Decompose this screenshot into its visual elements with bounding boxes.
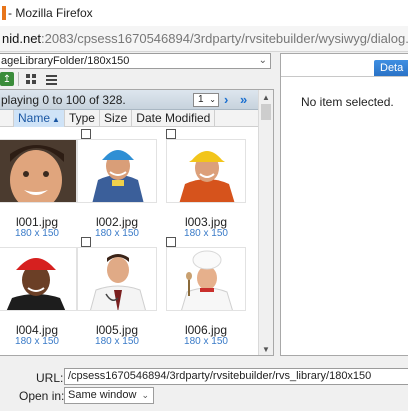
open-in-value: Same window [68, 389, 137, 401]
file-name: l004.jpg [15, 323, 59, 337]
pager-status: playing 0 to 100 of 328. [1, 92, 126, 107]
upload-icon[interactable]: ↥ [0, 72, 14, 86]
sort-name[interactable]: Name ▲ [14, 110, 65, 127]
toolbar-divider [18, 72, 19, 86]
thumbnail-grid: l001.jpg 180 x 150 l002.jpg 180 x 150 l0… [0, 127, 258, 355]
sort-asc-icon: ▲ [52, 115, 60, 124]
thumbnail-image [77, 139, 157, 203]
scroll-thumb[interactable] [261, 104, 271, 120]
list-view-icon[interactable] [43, 71, 59, 87]
open-in-label: Open in: [19, 389, 65, 403]
dialog-window: - Mozilla Firefox nid.net:2083/cpsess167… [0, 0, 408, 411]
file-name: l002.jpg [95, 215, 139, 229]
empty-selection-message: No item selected. [301, 95, 394, 109]
sort-type[interactable]: Type [65, 110, 100, 127]
address-bar[interactable]: nid.net:2083/cpsess1670546894/3rdparty/r… [0, 26, 408, 52]
sort-date[interactable]: Date Modified [132, 110, 216, 127]
file-name: l006.jpg [184, 323, 228, 337]
file-name: l001.jpg [15, 215, 59, 229]
file-tile[interactable]: l006.jpg 180 x 150 [166, 235, 250, 347]
file-dimensions: 180 x 150 [95, 336, 139, 347]
details-panel: Deta No item selected. [280, 53, 408, 356]
thumbnail-image [77, 247, 157, 311]
thumbnail-image [0, 247, 77, 311]
file-tile[interactable]: l001.jpg 180 x 150 [0, 127, 81, 239]
sort-col-spacer [0, 110, 14, 127]
url-path: :2083/cpsess1670546894/3rdparty/rvsitebu… [41, 31, 408, 46]
pager-bar: playing 0 to 100 of 328. 1 ⌄ › » [0, 90, 258, 110]
file-tile[interactable]: l004.jpg 180 x 150 [0, 235, 81, 347]
file-dimensions: 180 x 150 [15, 336, 59, 347]
title-bar: - Mozilla Firefox [0, 0, 408, 26]
file-tile[interactable]: l002.jpg 180 x 150 [77, 127, 161, 239]
chevron-down-icon: ⌄ [141, 390, 149, 400]
vertical-scrollbar[interactable]: ▲ ▼ [258, 90, 273, 355]
page-select[interactable]: 1 ⌄ [193, 93, 219, 107]
chevron-down-icon: ⌄ [209, 95, 216, 104]
select-checkbox[interactable] [81, 129, 91, 139]
url-host: nid.net [2, 31, 42, 46]
url-field[interactable]: /cpsess1670546894/3rdparty/rvsitebuilder… [64, 368, 408, 385]
firefox-icon [2, 6, 6, 20]
file-tile[interactable]: l003.jpg 180 x 150 [166, 127, 250, 239]
open-in-select[interactable]: Same window ⌄ [64, 387, 154, 404]
scroll-up-icon[interactable]: ▲ [262, 93, 270, 102]
scroll-down-icon[interactable]: ▼ [262, 345, 270, 354]
grid-view-icon[interactable] [23, 71, 39, 87]
select-checkbox[interactable] [81, 237, 91, 247]
file-browser-panel: playing 0 to 100 of 328. 1 ⌄ › » Name ▲ T… [0, 89, 274, 356]
select-checkbox[interactable] [166, 129, 176, 139]
file-dimensions: 180 x 150 [184, 336, 228, 347]
next-page-icon[interactable]: › [224, 92, 228, 107]
select-checkbox[interactable] [166, 237, 176, 247]
sort-header: Name ▲ Type Size Date Modified [0, 110, 258, 127]
chevron-down-icon: ⌄ [258, 55, 267, 66]
sort-name-label: Name [18, 111, 51, 125]
url-label: URL: [36, 371, 64, 385]
toolbar: ↥ [0, 69, 271, 89]
link-form: URL: /cpsess1670546894/3rdparty/rvsitebu… [0, 356, 408, 411]
file-name: l003.jpg [184, 215, 228, 229]
details-divider [281, 76, 408, 77]
file-tile[interactable]: l005.jpg 180 x 150 [77, 235, 161, 347]
sort-size[interactable]: Size [100, 110, 133, 127]
window-title: - Mozilla Firefox [8, 6, 93, 20]
folder-value: ageLibraryFolder/180x150 [1, 55, 130, 67]
tab-details[interactable]: Deta [374, 60, 408, 76]
page-value: 1 [198, 94, 204, 105]
file-name: l005.jpg [95, 323, 139, 337]
folder-select[interactable]: ageLibraryFolder/180x150 ⌄ [0, 53, 271, 69]
thumbnail-image [166, 247, 246, 311]
thumbnail-image [0, 139, 77, 203]
thumbnail-image [166, 139, 246, 203]
last-page-icon[interactable]: » [240, 92, 247, 107]
